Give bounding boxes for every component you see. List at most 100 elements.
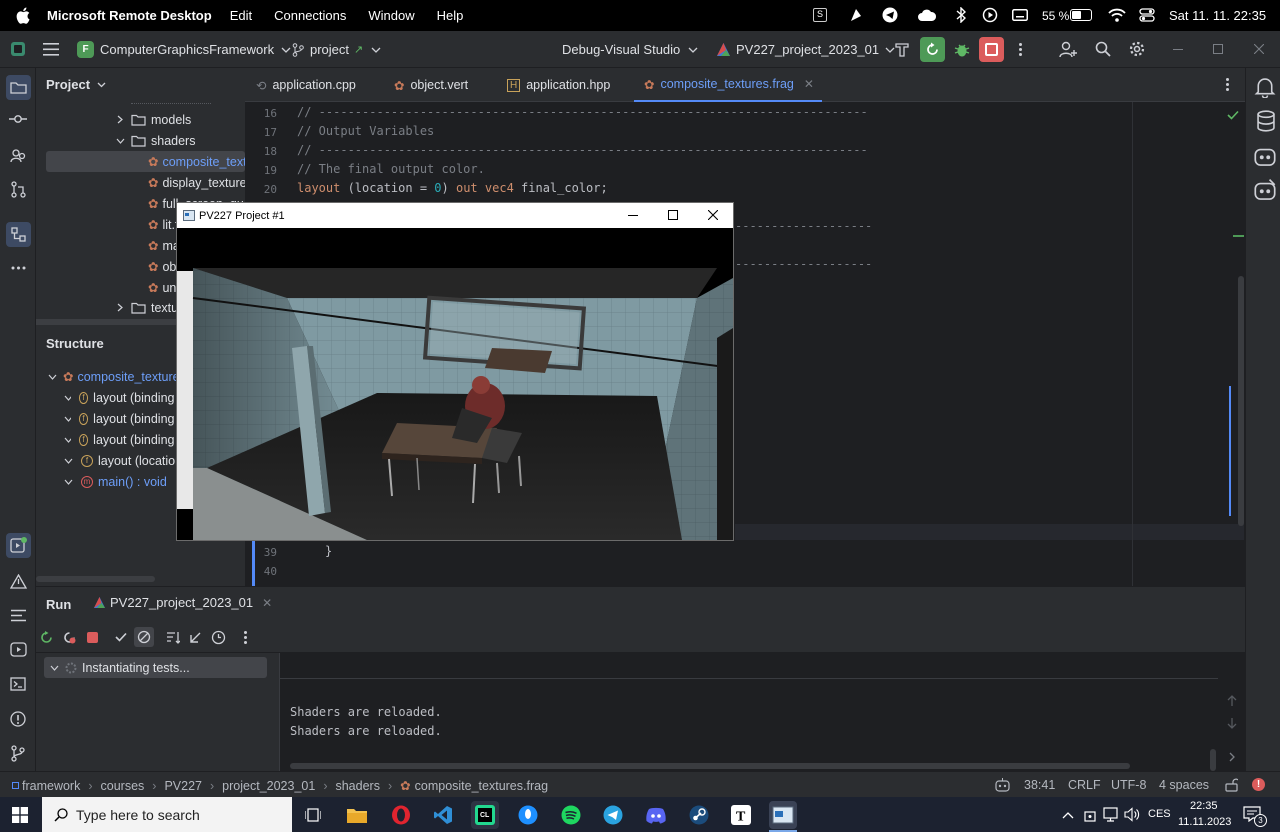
editor-vscrollbar[interactable] <box>1238 276 1244 526</box>
scroll-up-icon[interactable] <box>1227 695 1237 707</box>
notifications-bell-icon[interactable] <box>1254 76 1276 98</box>
error-indicator-icon[interactable]: ! <box>1252 778 1265 791</box>
bluetooth-icon[interactable] <box>956 7 966 23</box>
tab-composite-textures-frag[interactable]: ✿ composite_textures.frag ✕ <box>634 68 822 102</box>
tab-application-hpp[interactable]: Happlication.hpp <box>507 68 610 102</box>
settings-gear-icon[interactable] <box>1129 41 1145 57</box>
tab-object-vert[interactable]: ✿ object.vert <box>394 68 468 102</box>
more-actions-icon[interactable] <box>244 631 247 645</box>
debug-bug-icon[interactable] <box>954 42 970 58</box>
clion-button[interactable]: CL <box>471 801 499 829</box>
tree-folder-shaders[interactable]: shaders <box>116 130 195 151</box>
volume-icon[interactable] <box>1124 807 1140 822</box>
app-window[interactable]: PV227 Project #1 <box>176 202 734 541</box>
close-tab-icon[interactable]: ✕ <box>262 596 272 610</box>
breadcrumb-item[interactable]: framework <box>22 779 80 793</box>
tray-expand-icon[interactable] <box>1062 811 1074 819</box>
pull-requests-tool-button[interactable] <box>7 178 29 200</box>
console-hscrollbar[interactable] <box>290 763 1130 769</box>
opera-button[interactable] <box>387 801 415 829</box>
notes-tray-icon[interactable] <box>848 7 864 23</box>
tree-folder-models[interactable]: models <box>116 109 191 130</box>
more-actions-icon[interactable] <box>1019 43 1022 57</box>
windows-start-icon[interactable] <box>12 807 28 823</box>
project-tool-button[interactable] <box>6 75 31 100</box>
more-tools-button[interactable] <box>7 257 29 279</box>
control-center-icon[interactable] <box>1139 8 1155 22</box>
rerun-icon[interactable] <box>40 631 53 644</box>
taskbar-time[interactable]: 22:35 <box>1190 800 1218 812</box>
test-tree-root[interactable]: Instantiating tests... <box>44 657 267 678</box>
taskbar-search-box[interactable]: Type here to search <box>42 797 292 832</box>
steam-button[interactable] <box>685 801 713 829</box>
rerun-failed-icon[interactable] <box>63 631 76 644</box>
inspection-ok-icon[interactable] <box>1227 110 1239 120</box>
breadcrumb-item[interactable]: shaders <box>335 779 379 793</box>
close-tab-icon[interactable]: ✕ <box>804 77 814 91</box>
keyboard-icon[interactable] <box>1012 9 1028 21</box>
show-passed-icon[interactable] <box>115 632 127 642</box>
console-output[interactable]: Shaders are reloaded. Shaders are reload… <box>279 653 1245 772</box>
terminal-tool-button[interactable] <box>7 673 29 695</box>
code-line[interactable]: layout (location = 0) out vec4 final_col… <box>297 181 608 195</box>
breadcrumb-item[interactable]: PV227 <box>164 779 202 793</box>
typora-button[interactable]: T <box>727 801 755 829</box>
build-config-selector[interactable]: Debug-Visual Studio <box>562 31 698 68</box>
telegram-button[interactable] <box>599 801 627 829</box>
app-name[interactable]: Microsoft Remote Desktop <box>47 8 212 23</box>
ai-assistant-icon[interactable] <box>995 778 1010 792</box>
wifi-icon[interactable] <box>1108 8 1126 22</box>
code-line[interactable]: } <box>325 544 332 558</box>
line-ending[interactable]: CRLF <box>1068 778 1101 792</box>
code-line[interactable]: // Output Variables <box>297 124 434 138</box>
vpn-tray-icon[interactable] <box>1083 807 1097 823</box>
services-tool-button[interactable] <box>7 638 29 660</box>
telegram-tray-icon[interactable] <box>882 7 898 23</box>
taskbar-date[interactable]: 11.11.2023 <box>1178 816 1231 828</box>
import-tests-icon[interactable] <box>189 631 202 644</box>
run-panel-title[interactable]: Run <box>46 597 71 612</box>
network-icon[interactable] <box>1103 807 1118 822</box>
cloud-tray-icon[interactable] <box>917 8 937 22</box>
indent-setting[interactable]: 4 spaces <box>1159 778 1209 792</box>
input-language[interactable]: CES <box>1148 808 1171 820</box>
close-window-icon[interactable] <box>1254 44 1264 54</box>
lock-open-icon[interactable] <box>1225 778 1238 792</box>
breadcrumb-item[interactable]: courses <box>101 779 145 793</box>
tabs-more-icon[interactable] <box>1226 78 1229 92</box>
run-config-tab[interactable]: PV227_project_2023_01 ✕ <box>93 595 272 610</box>
chevron-right-icon[interactable] <box>1229 752 1236 762</box>
sort-icon[interactable] <box>166 631 180 644</box>
pv227-window-button[interactable] <box>769 801 797 829</box>
task-view-button[interactable] <box>299 801 327 829</box>
bookmarks-tool-button[interactable] <box>7 144 29 166</box>
rendered-3d-scene[interactable] <box>177 228 733 540</box>
code-line[interactable]: // -------------------------------------… <box>297 143 868 157</box>
run-tool-button[interactable] <box>6 533 31 558</box>
app-blue-button[interactable] <box>514 801 542 829</box>
notifications-problems-button[interactable] <box>7 708 29 730</box>
mac-clock[interactable]: Sat 11. 11. 22:35 <box>1169 8 1266 23</box>
copilot-icon[interactable] <box>1254 179 1276 201</box>
discord-button[interactable] <box>642 801 670 829</box>
tree-file-composite-textures[interactable]: ✿composite_textures.frag <box>148 151 245 172</box>
menu-window[interactable]: Window <box>368 8 414 23</box>
show-ignored-toggle[interactable] <box>134 627 154 647</box>
breadcrumb-item[interactable]: composite_textures.frag <box>415 779 548 793</box>
apple-icon[interactable] <box>16 7 30 24</box>
project-selector[interactable]: F ComputerGraphicsFramework <box>77 31 291 68</box>
tree-file-display-texture[interactable]: ✿display_texture.frag <box>148 172 245 193</box>
menu-connections[interactable]: Connections <box>274 8 346 23</box>
file-explorer-button[interactable] <box>343 801 371 829</box>
run-config-selector[interactable]: PV227_project_2023_01 <box>716 31 895 68</box>
ai-assistant-icon[interactable] <box>1254 145 1276 167</box>
stop-icon[interactable] <box>87 632 98 643</box>
stop-button[interactable] <box>979 37 1004 62</box>
app-window-titlebar[interactable]: PV227 Project #1 <box>177 203 733 228</box>
minimize-icon[interactable] <box>628 215 638 216</box>
main-menu-icon[interactable] <box>43 43 59 56</box>
maximize-icon[interactable] <box>668 210 678 220</box>
menu-help[interactable]: Help <box>437 8 464 23</box>
commit-tool-button[interactable] <box>7 108 29 130</box>
code-line[interactable]: // -------------------------------------… <box>297 105 868 119</box>
